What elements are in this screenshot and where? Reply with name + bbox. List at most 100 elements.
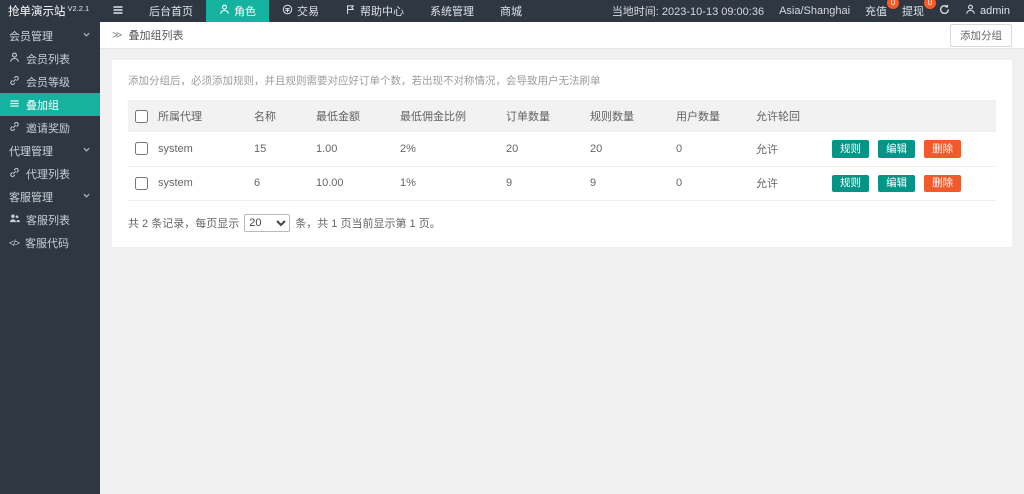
cell-allow-loop: 允许: [752, 166, 828, 201]
table-row: system 6 10.00 1% 9 9 0 允许 规则 编辑: [128, 166, 996, 201]
delete-button[interactable]: 删除: [924, 175, 961, 193]
refresh-icon: [939, 4, 950, 18]
col-header-user-count: 用户数量: [672, 100, 752, 132]
sidebar-toggle-button[interactable]: [100, 0, 136, 22]
withdraw-label: 提现: [902, 6, 924, 18]
cell-user-count: 0: [672, 132, 752, 166]
select-all-checkbox[interactable]: [135, 110, 148, 123]
main-area: ≫ 叠加组列表 添加分组 添加分组后，必须添加规则，并且规则需要对应好订单个数，…: [100, 22, 1024, 494]
edit-button[interactable]: 编辑: [878, 175, 915, 193]
page-title: 叠加组列表: [128, 27, 183, 43]
withdraw-badge: 0: [924, 0, 936, 9]
table-row: system 15 1.00 2% 20 20 0 允许 规则 编辑: [128, 132, 996, 166]
cell-order-count: 20: [502, 132, 586, 166]
cell-min-amount: 10.00: [312, 166, 396, 201]
withdraw-link[interactable]: 提现 0: [902, 3, 924, 19]
user-icon: [965, 4, 976, 18]
exchange-icon: [282, 4, 293, 18]
sidebar-section-label: 代理管理: [9, 143, 53, 159]
row-checkbox[interactable]: [135, 177, 148, 190]
current-time: 当地时间: 2023-10-13 09:00:36: [612, 3, 764, 19]
top-navigation: 后台首页 角色 交易 帮助中心 系统管理: [100, 0, 535, 22]
app-window: 抢单演示站V2.2.1 后台首页 角色 交易: [0, 0, 1024, 494]
cell-min-amount: 1.00: [312, 132, 396, 166]
username: admin: [980, 5, 1010, 17]
col-header-agent: 所属代理: [154, 100, 250, 132]
topbar-right: 当地时间: 2023-10-13 09:00:36 Asia/Shanghai …: [612, 0, 1024, 22]
edit-button[interactable]: 编辑: [878, 140, 915, 158]
cell-user-count: 0: [672, 166, 752, 201]
chevron-down-icon: [82, 145, 91, 157]
cell-rule-count: 20: [586, 132, 672, 166]
sidebar-section-agent-management[interactable]: 代理管理: [0, 139, 100, 162]
rule-button[interactable]: 规则: [832, 175, 869, 193]
row-checkbox[interactable]: [135, 142, 148, 155]
sidebar-item-member-level[interactable]: 会员等级: [0, 70, 100, 93]
nav-item-dashboard[interactable]: 后台首页: [136, 0, 206, 22]
brand-title: 抢单演示站: [8, 3, 66, 19]
chevron-down-icon: [82, 30, 91, 42]
hamburger-icon: [112, 4, 124, 19]
refresh-button[interactable]: [939, 4, 950, 18]
cell-allow-loop: 允许: [752, 132, 828, 166]
cell-agent: system: [154, 166, 250, 201]
topbar: 抢单演示站V2.2.1 后台首页 角色 交易: [0, 0, 1024, 22]
cell-actions: 规则 编辑 删除: [828, 166, 996, 201]
cell-rule-count: 9: [586, 166, 672, 201]
cell-name: 6: [250, 166, 312, 201]
link-icon: [9, 75, 20, 89]
sidebar-item-label: 邀请奖励: [26, 120, 70, 136]
sidebar-item-agent-list[interactable]: 代理列表: [0, 162, 100, 185]
col-header-min-commission: 最低佣金比例: [396, 100, 502, 132]
nav-label: 商城: [500, 3, 522, 19]
add-group-button[interactable]: 添加分组: [950, 24, 1012, 47]
recharge-badge: 0: [887, 0, 899, 9]
person-icon: [9, 52, 20, 66]
nav-label: 角色: [234, 3, 256, 19]
cell-min-commission: 1%: [396, 166, 502, 201]
sidebar-item-service-list[interactable]: 客服列表: [0, 208, 100, 231]
sidebar-item-label: 会员等级: [26, 74, 70, 90]
nav-item-roles[interactable]: 角色: [206, 0, 269, 22]
nav-item-help-center[interactable]: 帮助中心: [332, 0, 417, 22]
sidebar-section-member-management[interactable]: 会员管理: [0, 24, 100, 47]
rule-button[interactable]: 规则: [832, 140, 869, 158]
sidebar-item-label: 叠加组: [26, 97, 59, 113]
sidebar-item-service-code[interactable]: </> 客服代码: [0, 231, 100, 254]
chevron-down-icon: [82, 191, 91, 203]
cell-name: 15: [250, 132, 312, 166]
sidebar-section-service-management[interactable]: 客服管理: [0, 185, 100, 208]
nav-item-mall[interactable]: 商城: [487, 0, 535, 22]
nav-item-trade[interactable]: 交易: [269, 0, 332, 22]
col-header-min-amount: 最低金额: [312, 100, 396, 132]
brand-version: V2.2.1: [68, 4, 90, 13]
sidebar-item-label: 客服列表: [26, 212, 70, 228]
col-header-name: 名称: [250, 100, 312, 132]
breadcrumb-marker-icon: ≫: [112, 30, 122, 41]
sidebar-item-stack-group[interactable]: 叠加组: [0, 93, 100, 116]
recharge-link[interactable]: 充值 0: [865, 3, 887, 19]
code-icon: </>: [9, 238, 19, 248]
pagination: 共 2 条记录，每页显示 20 条，共 1 页当前显示第 1 页。: [128, 214, 996, 232]
page-size-select[interactable]: 20: [244, 214, 290, 232]
table-header-row: 所属代理 名称 最低金额 最低佣金比例 订单数量 规则数量 用户数量 允许轮回: [128, 100, 996, 132]
nav-item-system[interactable]: 系统管理: [417, 0, 487, 22]
col-header-order-count: 订单数量: [502, 100, 586, 132]
person-icon: [219, 4, 230, 18]
recharge-label: 充值: [865, 6, 887, 18]
link-icon: [9, 121, 20, 135]
cell-order-count: 9: [502, 166, 586, 201]
sidebar-section-label: 会员管理: [9, 28, 53, 44]
nav-label: 帮助中心: [360, 3, 404, 19]
col-header-actions: [828, 100, 996, 132]
nav-label: 交易: [297, 3, 319, 19]
notice-text: 添加分组后，必须添加规则，并且规则需要对应好订单个数，若出现不对称情况，会导致用…: [128, 73, 996, 88]
list-icon: [9, 98, 20, 112]
sidebar-item-member-list[interactable]: 会员列表: [0, 47, 100, 70]
user-menu[interactable]: admin: [965, 4, 1010, 18]
cell-min-commission: 2%: [396, 132, 502, 166]
sidebar-item-invite-reward[interactable]: 邀请奖励: [0, 116, 100, 139]
people-icon: [9, 213, 20, 227]
col-header-rule-count: 规则数量: [586, 100, 672, 132]
delete-button[interactable]: 删除: [924, 140, 961, 158]
